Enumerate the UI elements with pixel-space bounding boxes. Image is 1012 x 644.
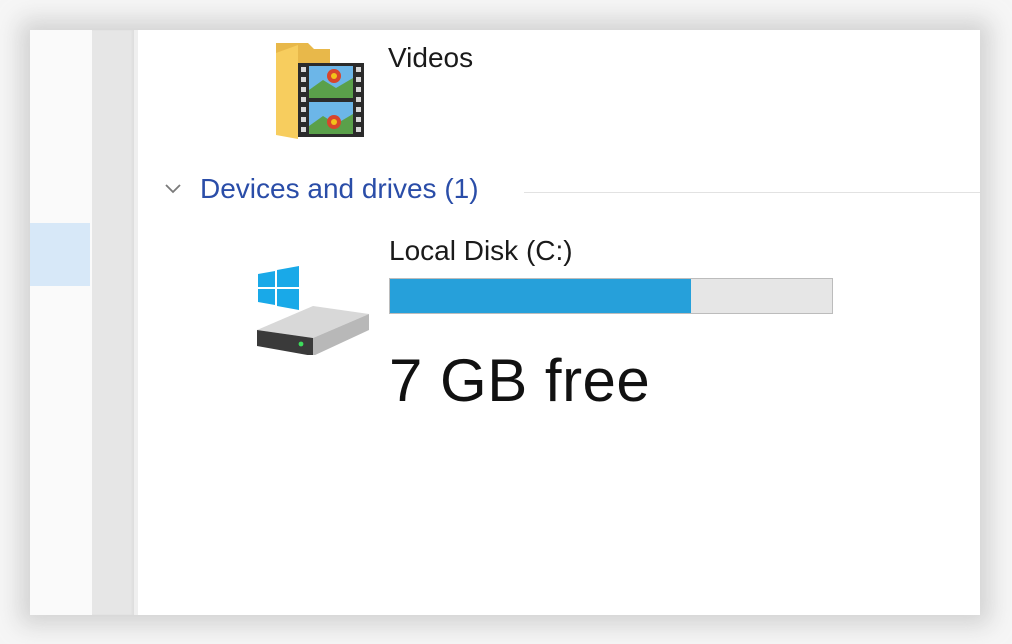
group-label: Devices and drives (1): [200, 173, 479, 204]
group-header-devices-and-drives[interactable]: Devices and drives (1): [158, 170, 980, 210]
free-space-label: 7 GB free: [389, 347, 651, 414]
content-pane: Videos Devices and drives (1) Local Disk…: [138, 30, 980, 615]
explorer-frame: Videos Devices and drives (1) Local Disk…: [30, 30, 980, 615]
navigation-pane: [30, 30, 92, 615]
disk-usage-fill: [390, 279, 691, 313]
chevron-down-icon[interactable]: [164, 180, 182, 198]
drive-item-local-disk-c[interactable]: Local Disk (C:) 7 GB free: [248, 230, 858, 420]
windows-drive-icon: [257, 266, 369, 355]
folder-item-videos[interactable]: Videos: [268, 30, 568, 148]
nav-item-selected[interactable]: [30, 223, 90, 286]
drive-label: Local Disk (C:): [389, 235, 573, 266]
group-divider: [524, 192, 980, 193]
file-explorer-window: Videos Devices and drives (1) Local Disk…: [0, 0, 1012, 644]
navigation-pane-scroll-track[interactable]: [92, 30, 134, 615]
videos-folder-icon: [276, 43, 364, 139]
folder-label: Videos: [388, 42, 474, 73]
disk-usage-bar: [389, 278, 833, 314]
